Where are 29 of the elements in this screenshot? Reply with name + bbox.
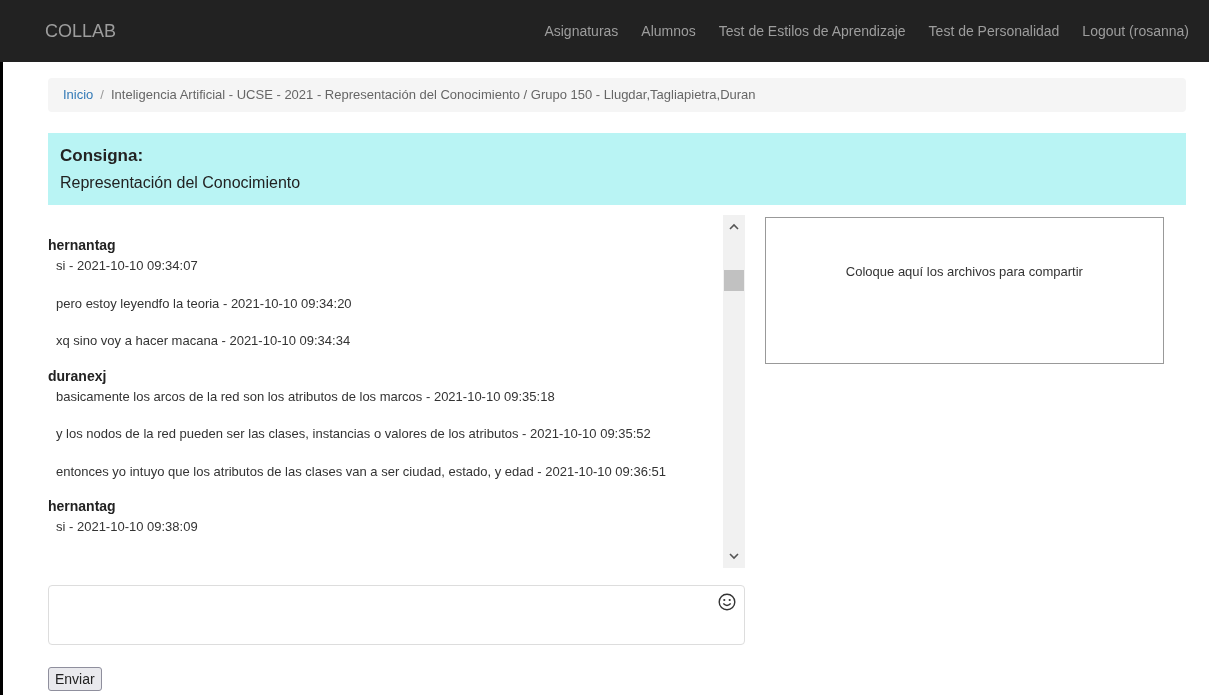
message-input[interactable] — [48, 585, 745, 645]
message-text: entonces yo intuyo que los atributos de las clases van a ser ciudad, estado, y edad - 2021-10-10 09:36:51 — [56, 462, 667, 481]
file-dropzone[interactable]: Coloque aquí los archivos para compartir — [764, 217, 1164, 364]
assignment-text: Representación del Conocimiento — [60, 172, 302, 193]
scrollbar[interactable] — [722, 215, 745, 568]
nav-link[interactable]: Logout (rosanna) — [1082, 20, 1189, 42]
nav-link[interactable]: Test de Estilos de Aprendizaje — [718, 20, 906, 42]
message-author: duranexj — [48, 366, 108, 386]
message-text: y los nodos de la red pueden ser las clases, instancias o valores de los atributos - 2021-10-10 09:35:52 — [56, 425, 652, 443]
scroll-thumb[interactable] — [723, 270, 744, 291]
message-text: si - 2021-10-10 09:34:07 — [56, 257, 199, 275]
assignment-heading: Consigna: — [60, 145, 145, 167]
emoji-icon[interactable] — [717, 593, 736, 611]
nav-link[interactable]: Asignaturas — [544, 20, 619, 42]
message-text: si - 2021-10-10 09:38:09 — [56, 518, 199, 536]
message-text: pero estoy leyendfo la teoria - 2021-10-10 09:34:20 — [56, 294, 353, 313]
nav-link[interactable]: Alumnos — [641, 20, 696, 42]
nav-link[interactable]: Test de Personalidad — [928, 20, 1060, 42]
brand-link[interactable]: COLLAB — [45, 17, 117, 45]
message-author: hernantag — [48, 497, 117, 516]
message-author: hernantag — [48, 236, 117, 255]
scroll-down-icon[interactable] — [728, 553, 739, 560]
message-text: xq sino voy a hacer macana - 2021-10-10 09:34:34 — [56, 332, 352, 350]
breadcrumb-separator: / — [100, 86, 104, 105]
breadcrumb-current: Inteligencia Artificial - UCSE - 2021 - Representación del Conocimiento / Grupo 150 - Llugdar,Tagliapietra,Duran — [111, 86, 756, 105]
scroll-up-icon[interactable] — [728, 223, 739, 230]
send-button[interactable]: Enviar — [48, 667, 102, 691]
message-text: basicamente los arcos de la red son los atributos de los marcos - 2021-10-10 09:35:18 — [56, 387, 556, 406]
breadcrumb-link[interactable]: Inicio — [63, 85, 94, 105]
